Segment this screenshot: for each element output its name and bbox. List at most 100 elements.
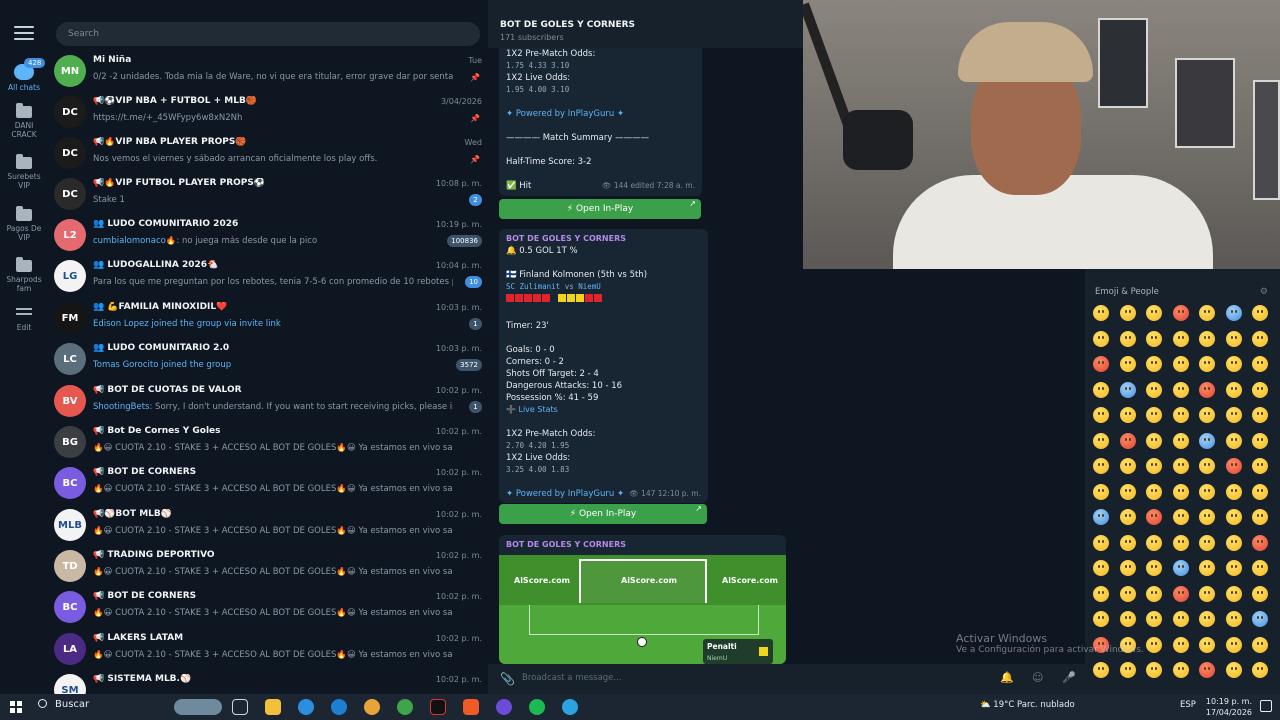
emoji-icon[interactable] [1252,458,1268,474]
emoji-icon[interactable] [1119,611,1136,627]
emoji-icon[interactable] [1225,305,1242,321]
emoji-icon[interactable] [1252,662,1268,678]
emoji-icon[interactable] [1146,330,1162,347]
clock[interactable]: 10:19 p. m. 17/04/2026 [1206,696,1252,718]
broadcast-input[interactable]: Broadcast a message... [522,673,622,683]
emoji-icon[interactable] [1225,330,1242,347]
emoji-icon[interactable] [1252,407,1268,423]
chat-row[interactable]: BC 📢 BOT DE CORNERS 10:02 p. m. 🔥😀 CUOTA 2.… [48,589,488,630]
emoji-icon[interactable] [1119,305,1136,321]
emoji-icon[interactable] [1172,458,1189,474]
language-indicator[interactable]: ESP [1180,700,1196,710]
emoji-icon[interactable] [1146,662,1162,678]
emoji-icon[interactable] [1252,356,1268,372]
emoji-icon[interactable] [1093,381,1109,398]
emoji-icon[interactable] [1172,407,1189,423]
emoji-icon[interactable] [1093,662,1109,678]
chat-row[interactable]: LG 👥 LUDOGALLINA 2026🐔 10:04 p. m. Para los… [48,258,488,299]
emoji-icon[interactable] [1093,356,1109,372]
emoji-icon[interactable] [1146,458,1162,474]
emoji-icon[interactable] [1146,305,1162,321]
folder-dani-crack[interactable]: DANI CRACK [0,103,48,139]
emoji-icon[interactable] [1119,483,1136,500]
emoji-icon[interactable] [1093,432,1109,449]
open-in-play-button[interactable]: ⚡ Open In-Play ↗ [499,199,701,219]
emoji-icon[interactable] [1093,458,1109,474]
emoji-icon[interactable] [1225,662,1242,678]
emoji-icon[interactable] [1146,407,1162,423]
emoji-icon[interactable] [1225,611,1242,627]
emoji-icon[interactable]: ☺ [1032,671,1043,684]
app-icon[interactable] [496,699,512,715]
chat-row[interactable]: LA 📢 LAKERS LATAM 10:02 p. m. 🔥😀 CUOTA 2.10… [48,631,488,672]
emoji-icon[interactable] [1119,534,1136,551]
channel-message[interactable]: BOT DE GOLES Y CORNERS 🔔 0.5 GOL 1T % 🇫🇮… [499,229,708,503]
chat-row[interactable]: BG 📢 Bot De Cornes Y Goles 10:02 p. m. 🔥😀 C… [48,424,488,465]
emoji-icon[interactable] [1225,381,1242,398]
powered-by-link[interactable]: ✦ Powered by InPlayGuru ✦ [506,489,624,499]
open-in-play-button[interactable]: ⚡ Open In-Play ↗ [499,504,707,524]
emoji-icon[interactable] [1093,560,1109,576]
emoji-icon[interactable] [1199,356,1215,372]
emoji-icon[interactable] [1252,432,1268,449]
emoji-icon[interactable] [1093,585,1109,602]
emoji-icon[interactable] [1172,432,1189,449]
emoji-icon[interactable] [1252,636,1268,653]
emoji-icon[interactable] [1172,534,1189,551]
emoji-icon[interactable] [1093,611,1109,627]
emoji-icon[interactable] [1119,407,1136,423]
emoji-icon[interactable] [1172,585,1189,602]
emoji-icon[interactable] [1199,560,1215,576]
emoji-icon[interactable] [1199,381,1215,398]
chat-row[interactable]: TD 📢 TRADING DEPORTIVO 10:02 p. m. 🔥😀 CUOTA… [48,548,488,589]
emoji-icon[interactable] [1172,560,1189,576]
emoji-icon[interactable] [1199,305,1215,321]
emoji-icon[interactable] [1172,356,1189,372]
away-team[interactable]: NiemU [578,282,601,291]
chrome-icon[interactable] [397,699,413,715]
telegram-icon[interactable] [562,699,578,715]
chat-row[interactable]: FM 👥 💪FAMILIA MINOXIDIL❤️ 10:03 p. m. Ediso… [48,300,488,341]
emoji-icon[interactable] [1146,483,1162,500]
chrome-canary-icon[interactable] [364,699,380,715]
attach-icon[interactable]: 📎 [500,672,515,686]
emoji-icon[interactable] [1146,432,1162,449]
emoji-icon[interactable] [1119,356,1136,372]
live-stats-link[interactable]: ➕ Live Stats [506,404,701,416]
emoji-icon[interactable] [1252,585,1268,602]
emoji-icon[interactable] [1119,560,1136,576]
emoji-icon[interactable] [1252,509,1268,525]
file-explorer-icon[interactable] [265,699,281,715]
emoji-icon[interactable] [1093,534,1109,551]
chat-row[interactable]: BV 📢 BOT DE CUOTAS DE VALOR 10:02 p. m. Sho… [48,383,488,424]
emoji-icon[interactable] [1119,432,1136,449]
emoji-icon[interactable] [1172,381,1189,398]
emoji-icon[interactable] [1225,636,1242,653]
weather-widget[interactable]: ⛅ 19°C Parc. nublado [980,700,1075,710]
emoji-icon[interactable] [1199,509,1215,525]
chat-row[interactable]: L2 👥 LUDO COMUNITARIO 2026 10:19 p. m. cumb… [48,217,488,258]
folder-all-chats[interactable]: 428 All chats [0,58,48,92]
emoji-icon[interactable] [1225,356,1242,372]
emoji-icon[interactable] [1225,585,1242,602]
folder-surebets-vip[interactable]: Surebets VIP [0,154,48,190]
emoji-icon[interactable] [1199,330,1215,347]
emoji-icon[interactable] [1199,611,1215,627]
powered-by-link[interactable]: ✦ Powered by InPlayGuru ✦ [506,108,695,120]
emoji-icon[interactable] [1119,509,1136,525]
emoji-icon[interactable] [1252,560,1268,576]
emoji-icon[interactable] [1146,534,1162,551]
folder-pagos-de-vip[interactable]: Pagos De VIP [0,206,48,242]
emoji-icon[interactable] [1199,534,1215,551]
emoji-icon[interactable] [1252,534,1268,551]
chat-row[interactable]: LC 👥 LUDO COMUNITARIO 2.0 10:03 p. m. Tomas… [48,341,488,382]
emoji-icon[interactable] [1199,483,1215,500]
channel-header[interactable]: BOT DE GOLES Y CORNERS 171 subscribers [488,0,803,48]
emoji-icon[interactable] [1119,381,1136,398]
folder-sharpods-fam[interactable]: Sharpods fam [0,257,48,293]
edge-icon[interactable] [331,699,347,715]
chat-row[interactable]: DC 📢⚽VIP NBA + FÚTBOL + MLB🏀 3/04/2026 http… [48,94,488,135]
emoji-icon[interactable] [1199,662,1215,678]
emoji-icon[interactable] [1093,330,1109,347]
emoji-icon[interactable] [1119,662,1136,678]
